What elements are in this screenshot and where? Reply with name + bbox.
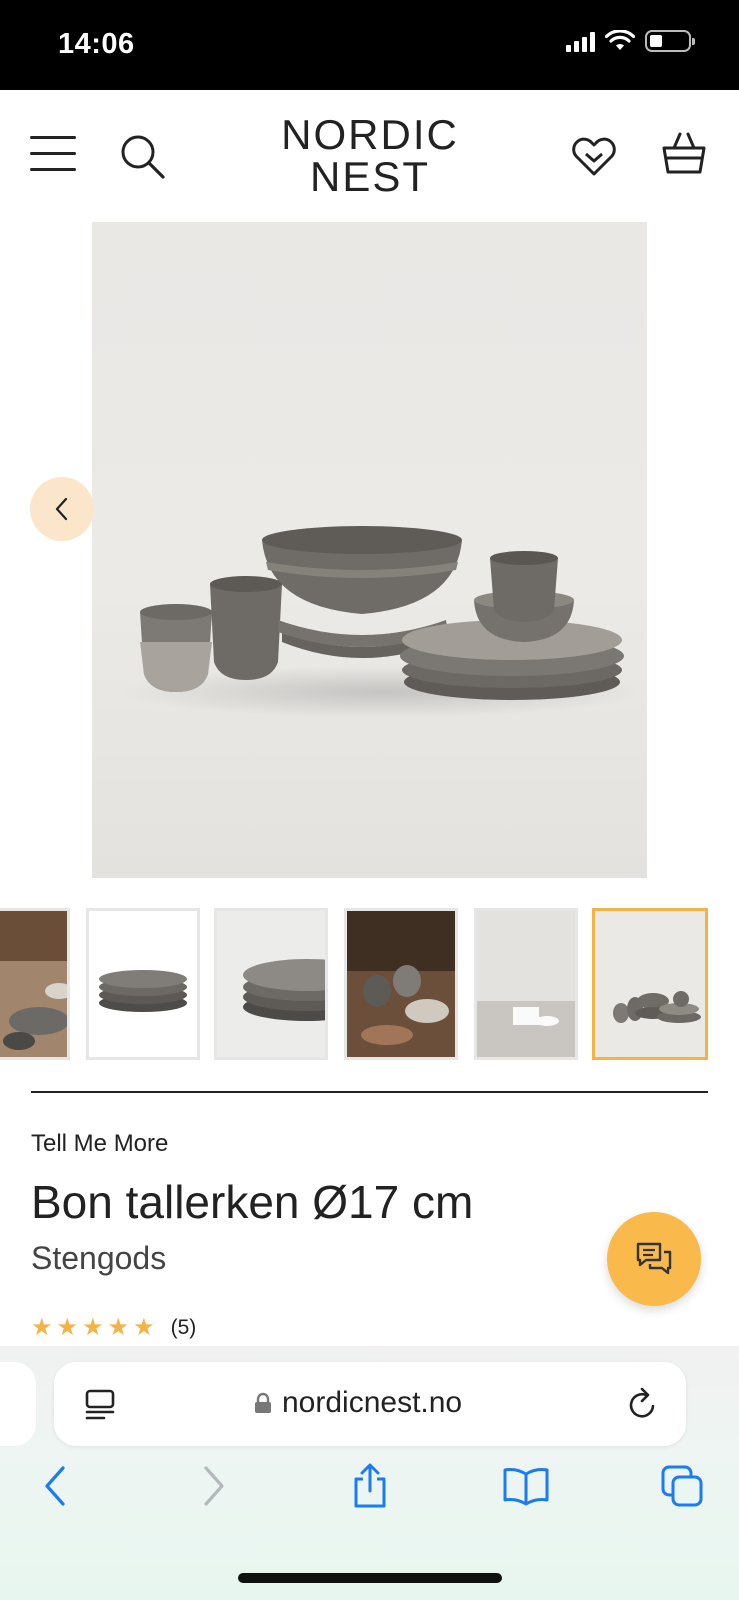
site-header: NORDIC NEST [0,90,739,220]
address-bar[interactable]: nordicnest.no [54,1362,686,1446]
home-indicator [238,1573,502,1583]
thumbnail-2[interactable] [86,908,200,1060]
status-time: 14:06 [58,28,135,60]
star-icon: ★ [31,1314,53,1341]
status-bar: 14:06 [0,0,739,90]
url-display[interactable]: nordicnest.no [254,1386,462,1420]
product-photo [122,526,642,718]
previous-image-button[interactable] [30,477,94,541]
thumbnail-4[interactable] [344,908,458,1060]
chevron-left-icon [55,497,68,521]
search-icon[interactable] [118,132,170,180]
reader-icon[interactable] [84,1388,116,1422]
reload-icon[interactable] [626,1386,660,1422]
chat-button[interactable] [607,1212,701,1306]
signal-icon [566,30,595,52]
star-icon: ★ [107,1314,130,1341]
product-rating[interactable]: ★ ★ ★ ★ ★ (5) [31,1316,196,1340]
product-material: Stengods [31,1240,167,1276]
star-icon: ★ [133,1314,155,1341]
heart-icon[interactable] [570,134,618,178]
menu-icon[interactable] [30,136,76,172]
product-title: Bon tallerken Ø17 cm [31,1176,474,1228]
share-icon [354,1463,386,1508]
logo-line1: NORDIC [281,111,459,158]
thumbnail-6-selected[interactable] [592,908,708,1060]
status-icons [566,30,695,52]
product-image[interactable] [92,222,647,878]
thumbnail-1[interactable] [0,908,70,1060]
back-button[interactable] [25,1456,85,1516]
battery-icon [645,30,695,52]
forward-button[interactable] [184,1456,244,1516]
tabs-button[interactable] [652,1456,712,1516]
star-icon: ★ [82,1314,104,1341]
chevron-right-icon [204,1466,224,1506]
chat-icon [636,1242,672,1275]
product-brand[interactable]: Tell Me More [31,1130,168,1158]
url-text: nordicnest.no [282,1386,463,1419]
previous-tab-preview[interactable] [0,1362,36,1446]
share-button[interactable] [340,1456,400,1516]
thumbnail-strip [0,908,739,1062]
bookmarks-button[interactable] [496,1456,556,1516]
thumbnail-3[interactable] [214,908,328,1060]
book-icon [503,1468,549,1506]
star-icon: ★ [56,1314,79,1341]
thumbnail-5[interactable] [474,908,578,1060]
lock-icon [255,1392,271,1413]
logo-line2: NEST [309,153,430,200]
browser-toolbar [0,1456,739,1536]
wifi-icon [605,30,635,50]
rating-count: (5) [170,1316,197,1339]
browser-chrome: nordicnest.no [0,1346,739,1600]
divider [31,1091,708,1093]
basket-icon[interactable] [660,130,708,178]
tabs-icon [661,1465,703,1507]
chevron-left-icon [45,1466,65,1506]
site-logo[interactable]: NORDIC NEST [260,114,480,198]
